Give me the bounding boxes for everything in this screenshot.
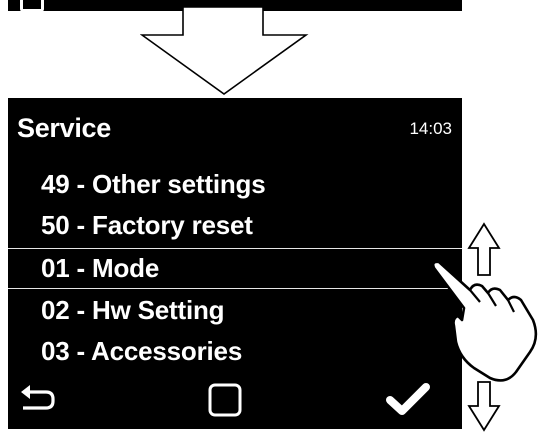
- partial-icon: [20, 0, 44, 11]
- menu-item-other-settings[interactable]: 49 - Other settings: [41, 169, 266, 200]
- transition-arrow-icon: [140, 6, 309, 95]
- service-screen: Service 14:03 49 - Other settings 50 - F…: [8, 98, 462, 429]
- menu-item-factory-reset[interactable]: 50 - Factory reset: [41, 210, 253, 241]
- menu-item-accessories[interactable]: 03 - Accessories: [41, 336, 242, 367]
- page-title: Service: [17, 113, 111, 143]
- selection-top-line: [8, 248, 462, 249]
- menu-item-mode-selected[interactable]: 01 - Mode: [41, 253, 159, 284]
- back-arrow-icon[interactable]: [20, 384, 56, 416]
- clock: 14:03: [409, 119, 452, 138]
- checkmark-icon[interactable]: [385, 381, 431, 417]
- menu-item-hw-setting[interactable]: 02 - Hw Setting: [41, 295, 225, 326]
- swipe-hand-icon: [431, 260, 538, 382]
- square-icon[interactable]: [208, 383, 242, 417]
- selection-bottom-line: [8, 288, 462, 289]
